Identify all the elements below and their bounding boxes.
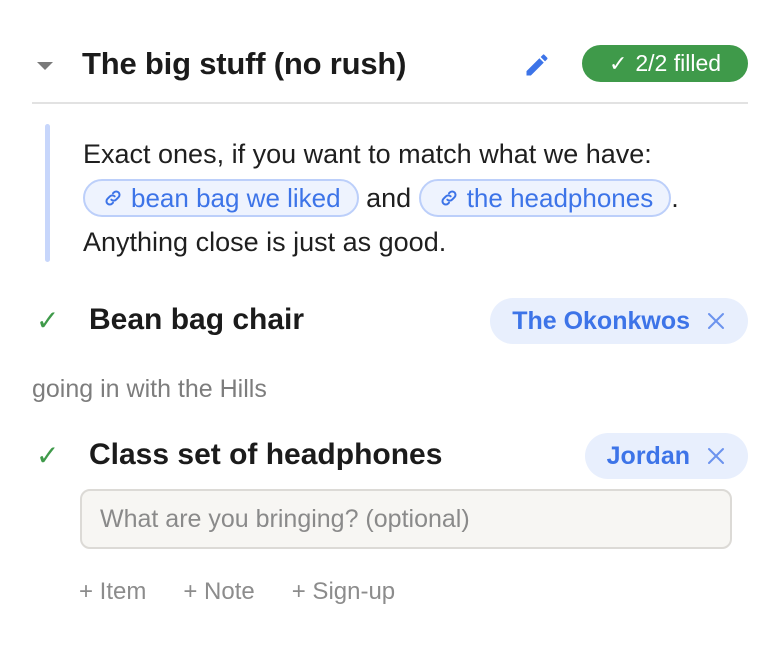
assignee-chip: The Okonkwos [490,298,748,344]
caret-down-icon[interactable] [37,62,53,70]
close-icon[interactable] [706,311,726,331]
note-line-1: Exact ones, if you want to match what we… [83,139,652,169]
link-icon [441,190,457,206]
list-item: ✓ Class set of headphones Jordan [32,433,748,479]
add-note-button[interactable]: + Note [183,578,254,606]
check-icon: ✓ [36,440,60,471]
link-icon [105,190,121,206]
check-icon: ✓ [36,305,60,336]
bring-input[interactable] [80,489,732,549]
group-note: going in with the Hills [32,375,267,403]
status-badge-label: 2/2 filled [635,50,722,76]
add-item-button[interactable]: + Item [79,578,146,606]
link-chip-headphones[interactable]: the headphones [418,178,672,217]
link-chip-label: the headphones [466,182,654,213]
section-header: The big stuff (no rush) ✓ 2/2 filled [32,38,748,104]
link-chip-bean-bag[interactable]: bean bag we liked [83,178,359,217]
note-period: . [671,183,679,213]
note-text: Exact ones, if you want to match what we… [83,132,743,264]
link-chip-label: bean bag we liked [131,182,341,213]
pencil-icon[interactable] [523,51,551,79]
note-conjunction: and [366,183,412,213]
item-name: Bean bag chair [89,303,305,336]
assignee-name: Jordan [606,441,690,470]
list-item: ✓ Bean bag chair The Okonkwos [32,298,748,344]
assignee-chip: Jordan [584,433,748,479]
check-icon: ✓ [608,50,628,76]
item-name: Class set of headphones [89,438,443,471]
quote-bar [45,124,50,262]
assignee-name: The Okonkwos [512,306,690,335]
add-signup-button[interactable]: + Sign-up [292,578,395,606]
close-icon[interactable] [706,446,726,466]
action-links: + Item + Note + Sign-up [79,578,395,606]
note-line-3: Anything close is just as good. [83,227,447,257]
status-badge: ✓ 2/2 filled [582,45,748,82]
section-title: The big stuff (no rush) [82,46,407,81]
section-note: Exact ones, if you want to match what we… [45,124,745,264]
